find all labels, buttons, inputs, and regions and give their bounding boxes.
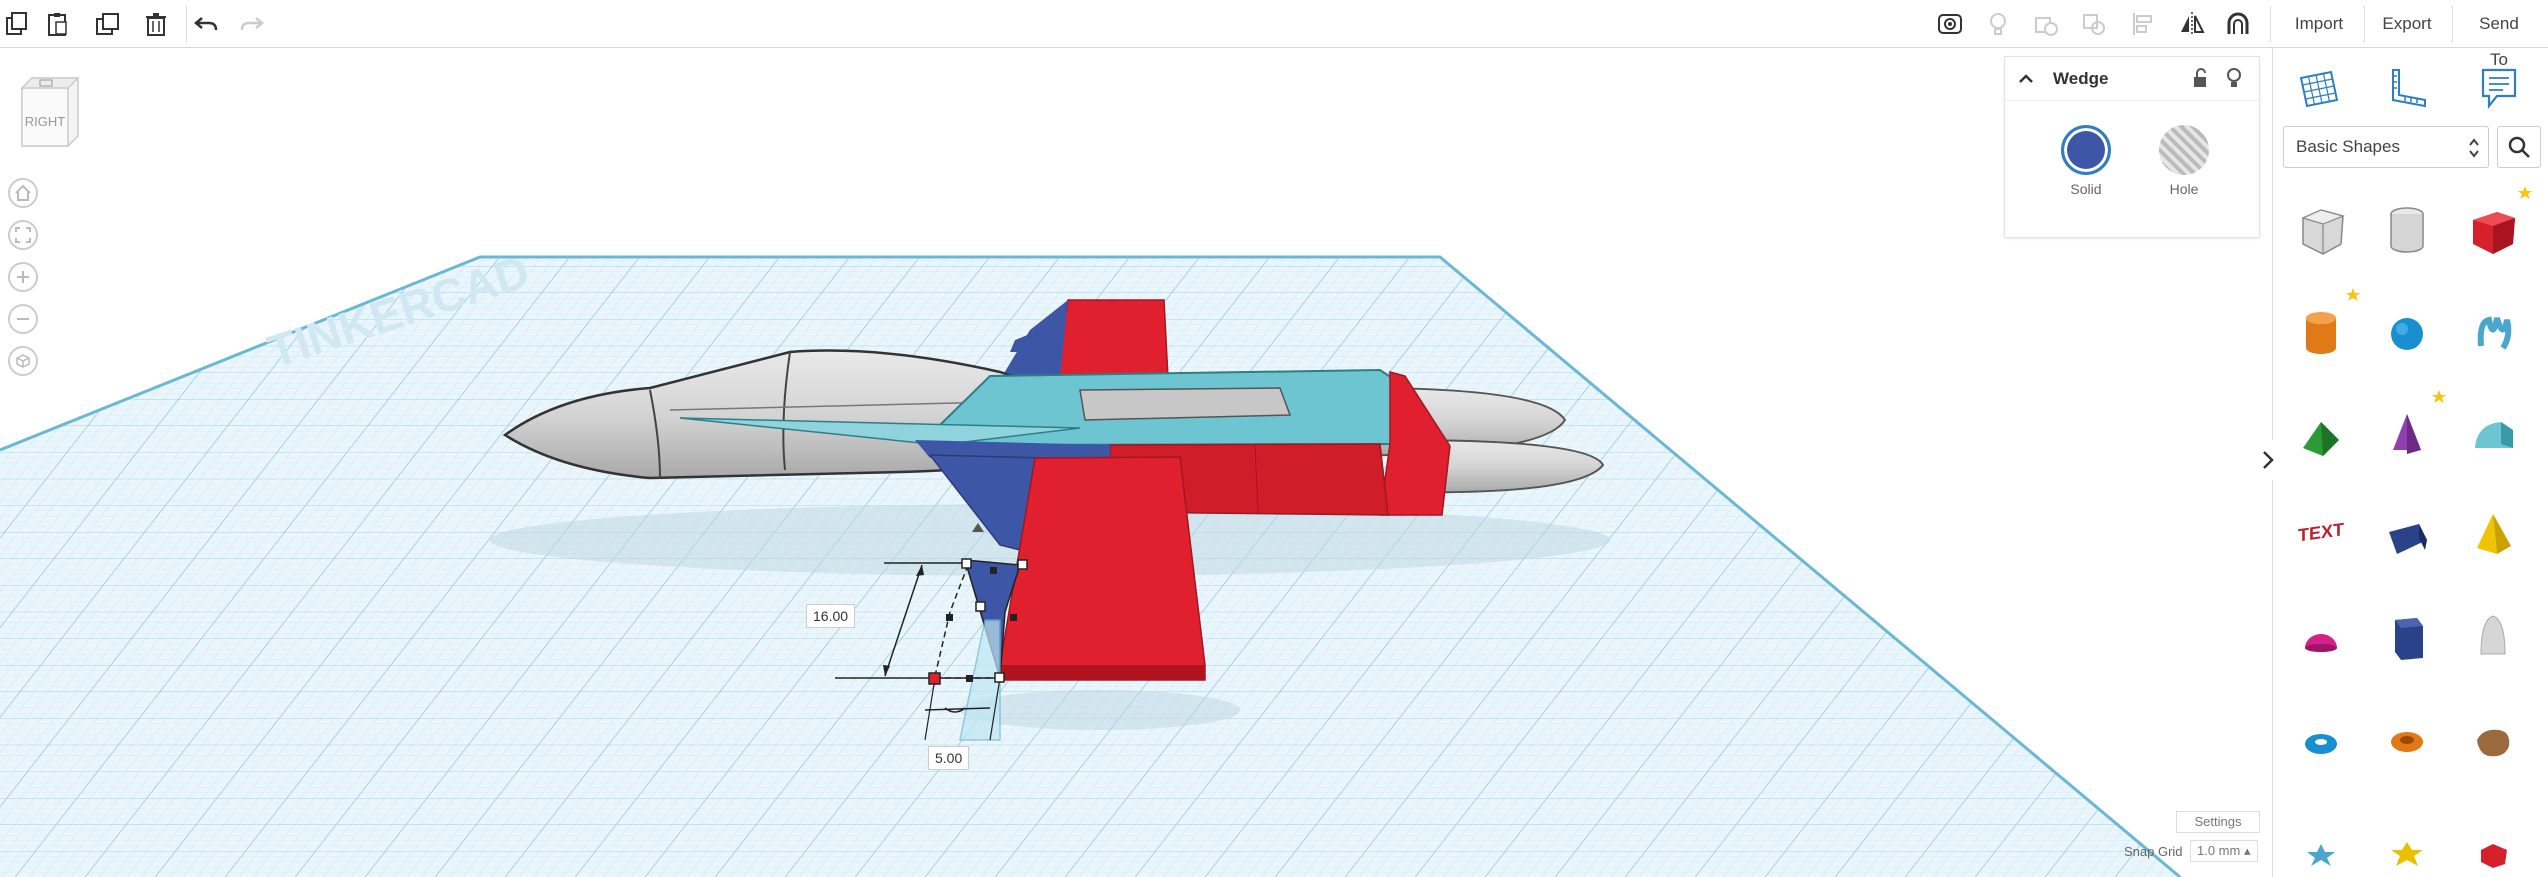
lock-icon[interactable] bbox=[2191, 67, 2211, 89]
settings-button[interactable]: Settings bbox=[2176, 811, 2260, 833]
view-cube[interactable]: RIGHT bbox=[18, 76, 82, 152]
snap-grid-label: Snap Grid bbox=[2124, 844, 2183, 859]
shape-star-gold-shape[interactable] bbox=[2367, 794, 2447, 877]
export-button[interactable]: Export bbox=[2366, 6, 2448, 42]
shape-search-button[interactable] bbox=[2497, 126, 2541, 168]
shape-sphere-shape[interactable] bbox=[2367, 284, 2447, 376]
shape-torus-shape[interactable] bbox=[2281, 692, 2361, 784]
shape-star-shape[interactable] bbox=[2281, 794, 2361, 877]
search-icon bbox=[2508, 136, 2530, 158]
shape-wedge-shape[interactable] bbox=[2367, 488, 2447, 580]
view-cube-face-label: RIGHT bbox=[25, 114, 66, 129]
paste-button[interactable] bbox=[40, 6, 76, 42]
shape-cylinder-shape[interactable] bbox=[2281, 284, 2361, 376]
shape-half-sphere-shape[interactable] bbox=[2281, 590, 2361, 682]
panel-collapse-handle[interactable] bbox=[2258, 440, 2278, 480]
cruise-button[interactable] bbox=[2220, 6, 2256, 42]
paste-icon bbox=[48, 13, 67, 36]
workplane-grid-icon bbox=[2299, 70, 2339, 108]
shape-category-select[interactable]: Basic Shapes bbox=[2283, 126, 2489, 168]
home-view-button[interactable] bbox=[8, 178, 38, 208]
shape-pyramid-shape[interactable] bbox=[2453, 488, 2533, 580]
mirror-icon bbox=[2181, 12, 2205, 36]
redo-button[interactable] bbox=[234, 6, 270, 42]
favorite-star-icon bbox=[2432, 390, 2446, 403]
hole-swatch[interactable] bbox=[2159, 125, 2209, 175]
trash-icon bbox=[146, 13, 166, 36]
width-dimension-label[interactable]: 5.00 bbox=[928, 746, 970, 770]
shape-roof-shape[interactable] bbox=[2281, 386, 2361, 478]
fit-icon bbox=[15, 227, 31, 243]
redo-icon bbox=[240, 17, 264, 31]
fit-view-button[interactable] bbox=[8, 220, 38, 250]
workplane-button[interactable] bbox=[2293, 62, 2345, 114]
svg-text:TEXT: TEXT bbox=[2298, 519, 2344, 545]
shape-inspector: Wedge Solid Hole bbox=[2004, 56, 2261, 238]
solid-label: Solid bbox=[2070, 181, 2102, 197]
3d-viewport[interactable]: TINKERCAD 16.00 5.00 RIGHT bbox=[0, 48, 2272, 877]
zoom-in-button[interactable] bbox=[8, 262, 38, 292]
undo-button[interactable] bbox=[188, 6, 224, 42]
height-dimension-label[interactable]: 16.00 bbox=[806, 604, 856, 628]
align-button[interactable] bbox=[2126, 6, 2162, 42]
favorite-star-icon bbox=[2346, 288, 2360, 301]
workplane-scene[interactable]: TINKERCAD bbox=[0, 48, 2272, 877]
eye-note-icon bbox=[1938, 14, 1962, 34]
perspective-button[interactable] bbox=[8, 346, 38, 376]
zoom-out-button[interactable] bbox=[8, 304, 38, 334]
show-all-button[interactable] bbox=[1980, 6, 2016, 42]
copy-icon bbox=[6, 12, 27, 35]
minus-icon bbox=[17, 318, 29, 320]
perspective-icon bbox=[16, 354, 30, 368]
shape-tube-shape[interactable] bbox=[2367, 692, 2447, 784]
select-arrows-icon bbox=[2469, 138, 2479, 158]
shape-round-roof-shape[interactable] bbox=[2453, 386, 2533, 478]
snap-grid-select[interactable]: 1.0 mm ▴ bbox=[2190, 840, 2258, 862]
top-toolbar: Import Export Send To bbox=[0, 0, 2548, 69]
align-icon bbox=[2133, 13, 2152, 35]
mirror-button[interactable] bbox=[2174, 6, 2210, 42]
notes-button[interactable] bbox=[1932, 6, 1968, 42]
plus-icon bbox=[17, 271, 29, 283]
shapes-panel: Basic Shapes TEXT bbox=[2272, 48, 2548, 877]
undo-icon bbox=[194, 17, 218, 31]
shape-scribble-shape[interactable] bbox=[2453, 284, 2533, 376]
tinkercad-editor: Import Export Send To TINKERCAD 16.00 5.… bbox=[0, 0, 2548, 877]
chevron-right-icon bbox=[2263, 451, 2274, 469]
chevron-up-icon[interactable] bbox=[2017, 70, 2035, 88]
ungroup-button[interactable] bbox=[2076, 6, 2112, 42]
shape-box-shape[interactable] bbox=[2453, 182, 2533, 274]
shape-icosahedron-shape[interactable] bbox=[2453, 794, 2533, 877]
inspector-title: Wedge bbox=[2053, 69, 2109, 88]
send-to-button[interactable]: Send To bbox=[2454, 6, 2544, 69]
shape-box-hole-shape[interactable] bbox=[2281, 182, 2361, 274]
duplicate-icon bbox=[96, 13, 119, 35]
duplicate-button[interactable] bbox=[90, 6, 126, 42]
hole-label: Hole bbox=[2169, 181, 2199, 197]
shape-polygon-shape[interactable] bbox=[2367, 590, 2447, 682]
solid-color-swatch[interactable] bbox=[2061, 125, 2111, 175]
shape-text-shape[interactable]: TEXT bbox=[2281, 488, 2361, 580]
inspector-header: Wedge bbox=[2005, 57, 2261, 101]
shape-paraboloid-shape[interactable] bbox=[2453, 590, 2533, 682]
shape-category-value: Basic Shapes bbox=[2296, 137, 2400, 156]
group-button[interactable] bbox=[2028, 6, 2064, 42]
magnet-icon bbox=[2227, 12, 2249, 34]
ungroup-icon bbox=[2083, 14, 2105, 35]
ruler-icon bbox=[2392, 69, 2426, 108]
home-icon bbox=[15, 184, 31, 201]
favorite-star-icon bbox=[2518, 186, 2532, 199]
import-button[interactable]: Import bbox=[2278, 6, 2360, 42]
shape-cylinder-hole-shape[interactable] bbox=[2367, 182, 2447, 274]
copy-button[interactable] bbox=[0, 6, 36, 42]
ruler-button[interactable] bbox=[2383, 62, 2435, 114]
lightbulb-icon[interactable] bbox=[2225, 67, 2243, 89]
shape-shape-generator-shape[interactable] bbox=[2453, 692, 2533, 784]
group-icon bbox=[2035, 17, 2058, 36]
shape-cone-shape[interactable] bbox=[2367, 386, 2447, 478]
lightbulb-icon bbox=[1990, 13, 2006, 35]
delete-button[interactable] bbox=[138, 6, 174, 42]
